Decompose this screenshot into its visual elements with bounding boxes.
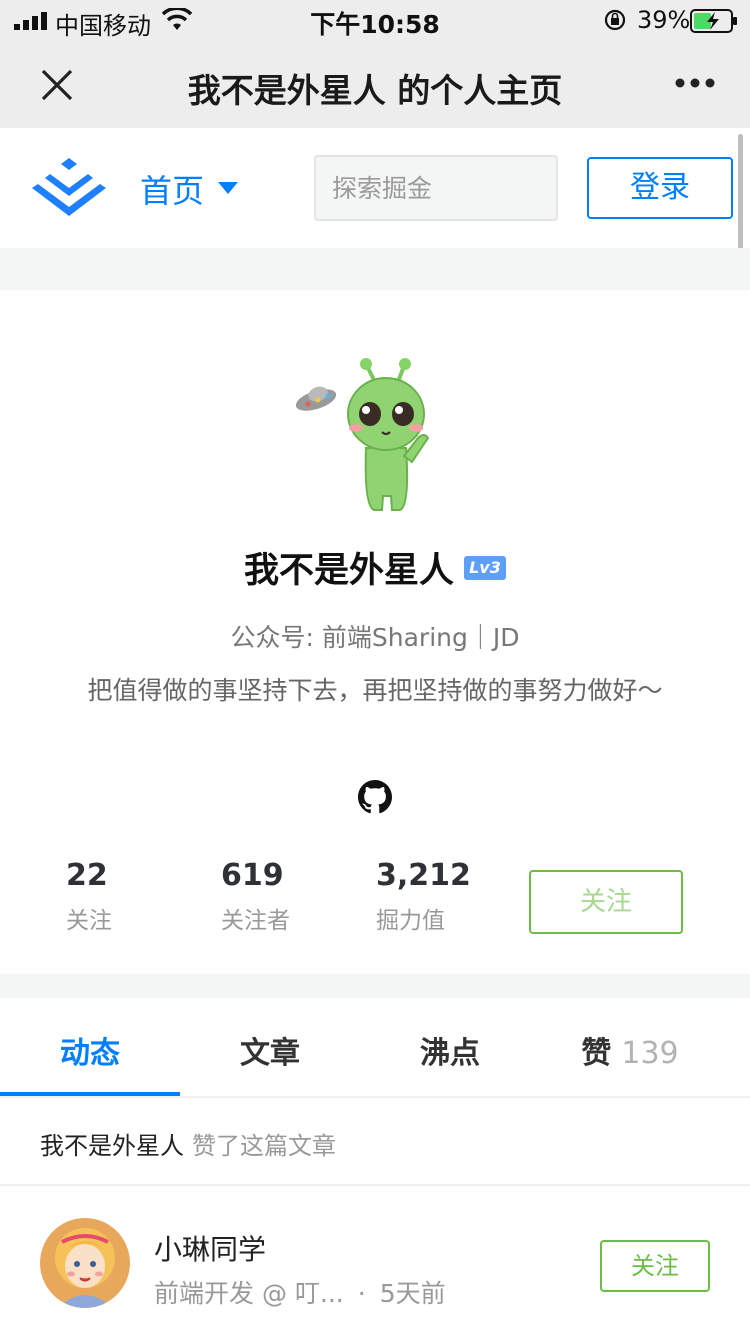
profile-subtitle: 公众号: 前端Sharing｜JD [230,623,520,652]
activity-action: 赞了这篇文章 [192,1132,336,1160]
post-time: 5天前 [379,1279,446,1308]
alien-avatar [295,358,430,511]
caret-down-icon[interactable] [218,182,238,194]
close-icon[interactable] [38,66,76,104]
tab-likes-count: 139 [621,1036,679,1071]
profile-name: 我不是外星人 [243,551,454,591]
activity-header: 我不是外星人 赞了这篇文章 [0,1100,750,1186]
stat-label: 关注 [66,908,112,934]
stat-label: 关注者 [221,908,290,934]
stat-following[interactable]: 22 关注 [66,858,112,935]
scrollbar[interactable] [738,134,743,256]
author-role: 前端开发 @ 叮... [154,1279,344,1308]
tab-likes-label: 赞 [581,1036,612,1071]
profile-bio: 把值得做的事坚持下去，再把坚持做的事努力做好～ [87,676,663,705]
profile-name-row: 我不是外星人 Lv3 [0,542,750,593]
divider-band [0,974,750,998]
battery-percent: 39% [637,6,691,34]
activity-actor[interactable]: 我不是外星人 [40,1132,184,1160]
site-header: 首页 登录 [0,128,750,248]
active-tab-indicator [0,1092,180,1096]
stat-value: 22 [66,858,108,893]
stat-label: 掘力值 [376,908,445,934]
juejin-logo-icon[interactable] [30,156,108,220]
level-badge: Lv3 [464,555,506,580]
home-menu[interactable]: 首页 [140,166,204,212]
rotation-lock-icon [604,9,626,31]
tab-articles[interactable]: 文章 [180,1028,360,1072]
page-title: 我不是外星人 的个人主页 [187,71,563,110]
search-input[interactable] [314,155,558,221]
follow-button[interactable]: 关注 [529,870,683,934]
github-icon[interactable] [358,780,392,814]
stat-value: 3,212 [376,858,471,893]
stat-power: 3,212 掘力值 [376,858,471,935]
meta-separator: · [357,1279,366,1308]
tab-pins[interactable]: 沸点 [360,1028,540,1072]
battery-icon [690,9,737,33]
author-meta: 前端开发 @ 叮... · 5天前 [154,1274,446,1310]
profile-tabs: 动态 文章 沸点 赞 139 [0,998,750,1098]
status-bar: 中国移动 下午10:58 39% [0,0,750,42]
stat-value: 619 [221,858,284,893]
activity-text: 我不是外星人 赞了这篇文章 [40,1126,336,1161]
divider-band [0,248,750,290]
tab-activity[interactable]: 动态 [0,1028,180,1072]
author-avatar[interactable] [40,1218,130,1308]
author-name[interactable]: 小琳同学 [154,1228,266,1268]
more-icon[interactable] [674,76,716,90]
author-follow-button[interactable]: 关注 [600,1240,710,1292]
login-button[interactable]: 登录 [587,157,733,219]
tab-likes[interactable]: 赞 139 [540,1028,720,1072]
profile-card: 我不是外星人 Lv3 公众号: 前端Sharing｜JD 把值得做的事坚持下去，再… [0,290,750,974]
nav-bar: 我不是外星人 的个人主页 [0,42,750,128]
stat-followers[interactable]: 619 关注者 [221,858,290,935]
author-card[interactable]: 小琳同学 前端开发 @ 叮... · 5天前 关注 [0,1188,750,1334]
